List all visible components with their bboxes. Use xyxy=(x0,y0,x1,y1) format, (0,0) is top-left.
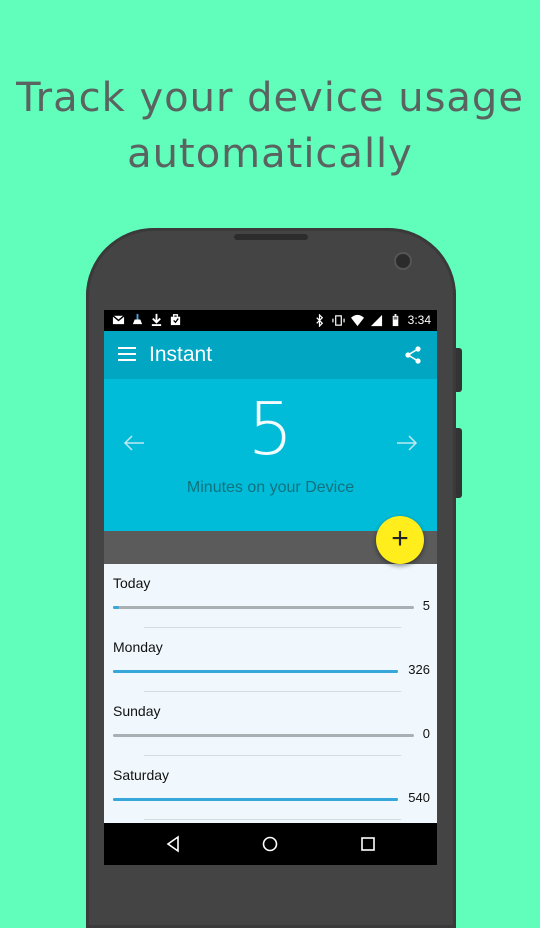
day-value: 540 xyxy=(408,790,430,805)
day-name: Monday xyxy=(113,639,163,655)
signal-icon xyxy=(370,314,382,326)
list-item[interactable]: Saturday 540 xyxy=(104,756,437,820)
front-camera xyxy=(396,254,410,268)
usage-summary-card: 5 Minutes on your Device xyxy=(104,379,437,531)
store-bag-icon xyxy=(170,314,181,326)
list-item[interactable]: Today 5 xyxy=(104,564,437,628)
usage-progress-bar xyxy=(113,606,414,609)
row-divider xyxy=(144,819,401,820)
list-item[interactable]: Sunday 0 xyxy=(104,692,437,756)
bluetooth-icon xyxy=(315,313,323,327)
usage-progress-fill xyxy=(113,670,398,673)
cleaner-icon xyxy=(132,313,143,325)
day-value: 5 xyxy=(422,598,430,613)
usage-progress-bar xyxy=(113,734,414,737)
minutes-caption: Minutes on your Device xyxy=(186,479,355,496)
day-name: Saturday xyxy=(113,767,170,783)
day-value: 326 xyxy=(408,662,430,677)
usage-progress-fill xyxy=(113,606,120,609)
battery-icon xyxy=(392,313,398,326)
navigation-bar xyxy=(104,823,437,865)
download-icon xyxy=(151,313,162,326)
status-bar: 3:34 xyxy=(104,310,437,331)
status-time: 3:34 xyxy=(407,313,431,327)
wifi-icon xyxy=(350,314,364,326)
recents-icon[interactable] xyxy=(359,835,377,853)
day-name: Today xyxy=(113,575,151,591)
hamburger-menu-icon[interactable] xyxy=(118,347,136,361)
minutes-value: 5 xyxy=(247,387,294,471)
add-button[interactable]: + xyxy=(376,516,424,564)
day-name: Sunday xyxy=(113,703,161,719)
headline-line-1: Track your device usage xyxy=(16,75,524,121)
app-title: Instant xyxy=(149,343,213,366)
day-value: 0 xyxy=(422,726,430,741)
headline-line-2: automatically xyxy=(127,131,413,177)
usage-progress-bar xyxy=(113,670,398,673)
headline: Track your device usage automatically xyxy=(0,70,540,182)
usage-progress-bar xyxy=(113,798,398,801)
usage-progress-fill xyxy=(113,798,398,801)
power-button xyxy=(456,428,462,498)
app-bar: Instant xyxy=(104,331,437,379)
share-icon[interactable] xyxy=(404,346,422,364)
list-item[interactable]: Monday 326 xyxy=(104,628,437,692)
speaker-grille xyxy=(234,234,308,240)
daily-usage-list: Today 5 Monday 326 Sunday 0 Saturday 540 xyxy=(104,564,437,820)
phone-screen: 3:34 Instant 5 Minutes on your Device + … xyxy=(104,310,437,865)
back-icon[interactable] xyxy=(164,835,182,853)
home-icon[interactable] xyxy=(261,835,279,853)
gmail-icon xyxy=(112,315,125,325)
volume-button xyxy=(456,348,462,392)
vibrate-icon xyxy=(331,314,345,326)
